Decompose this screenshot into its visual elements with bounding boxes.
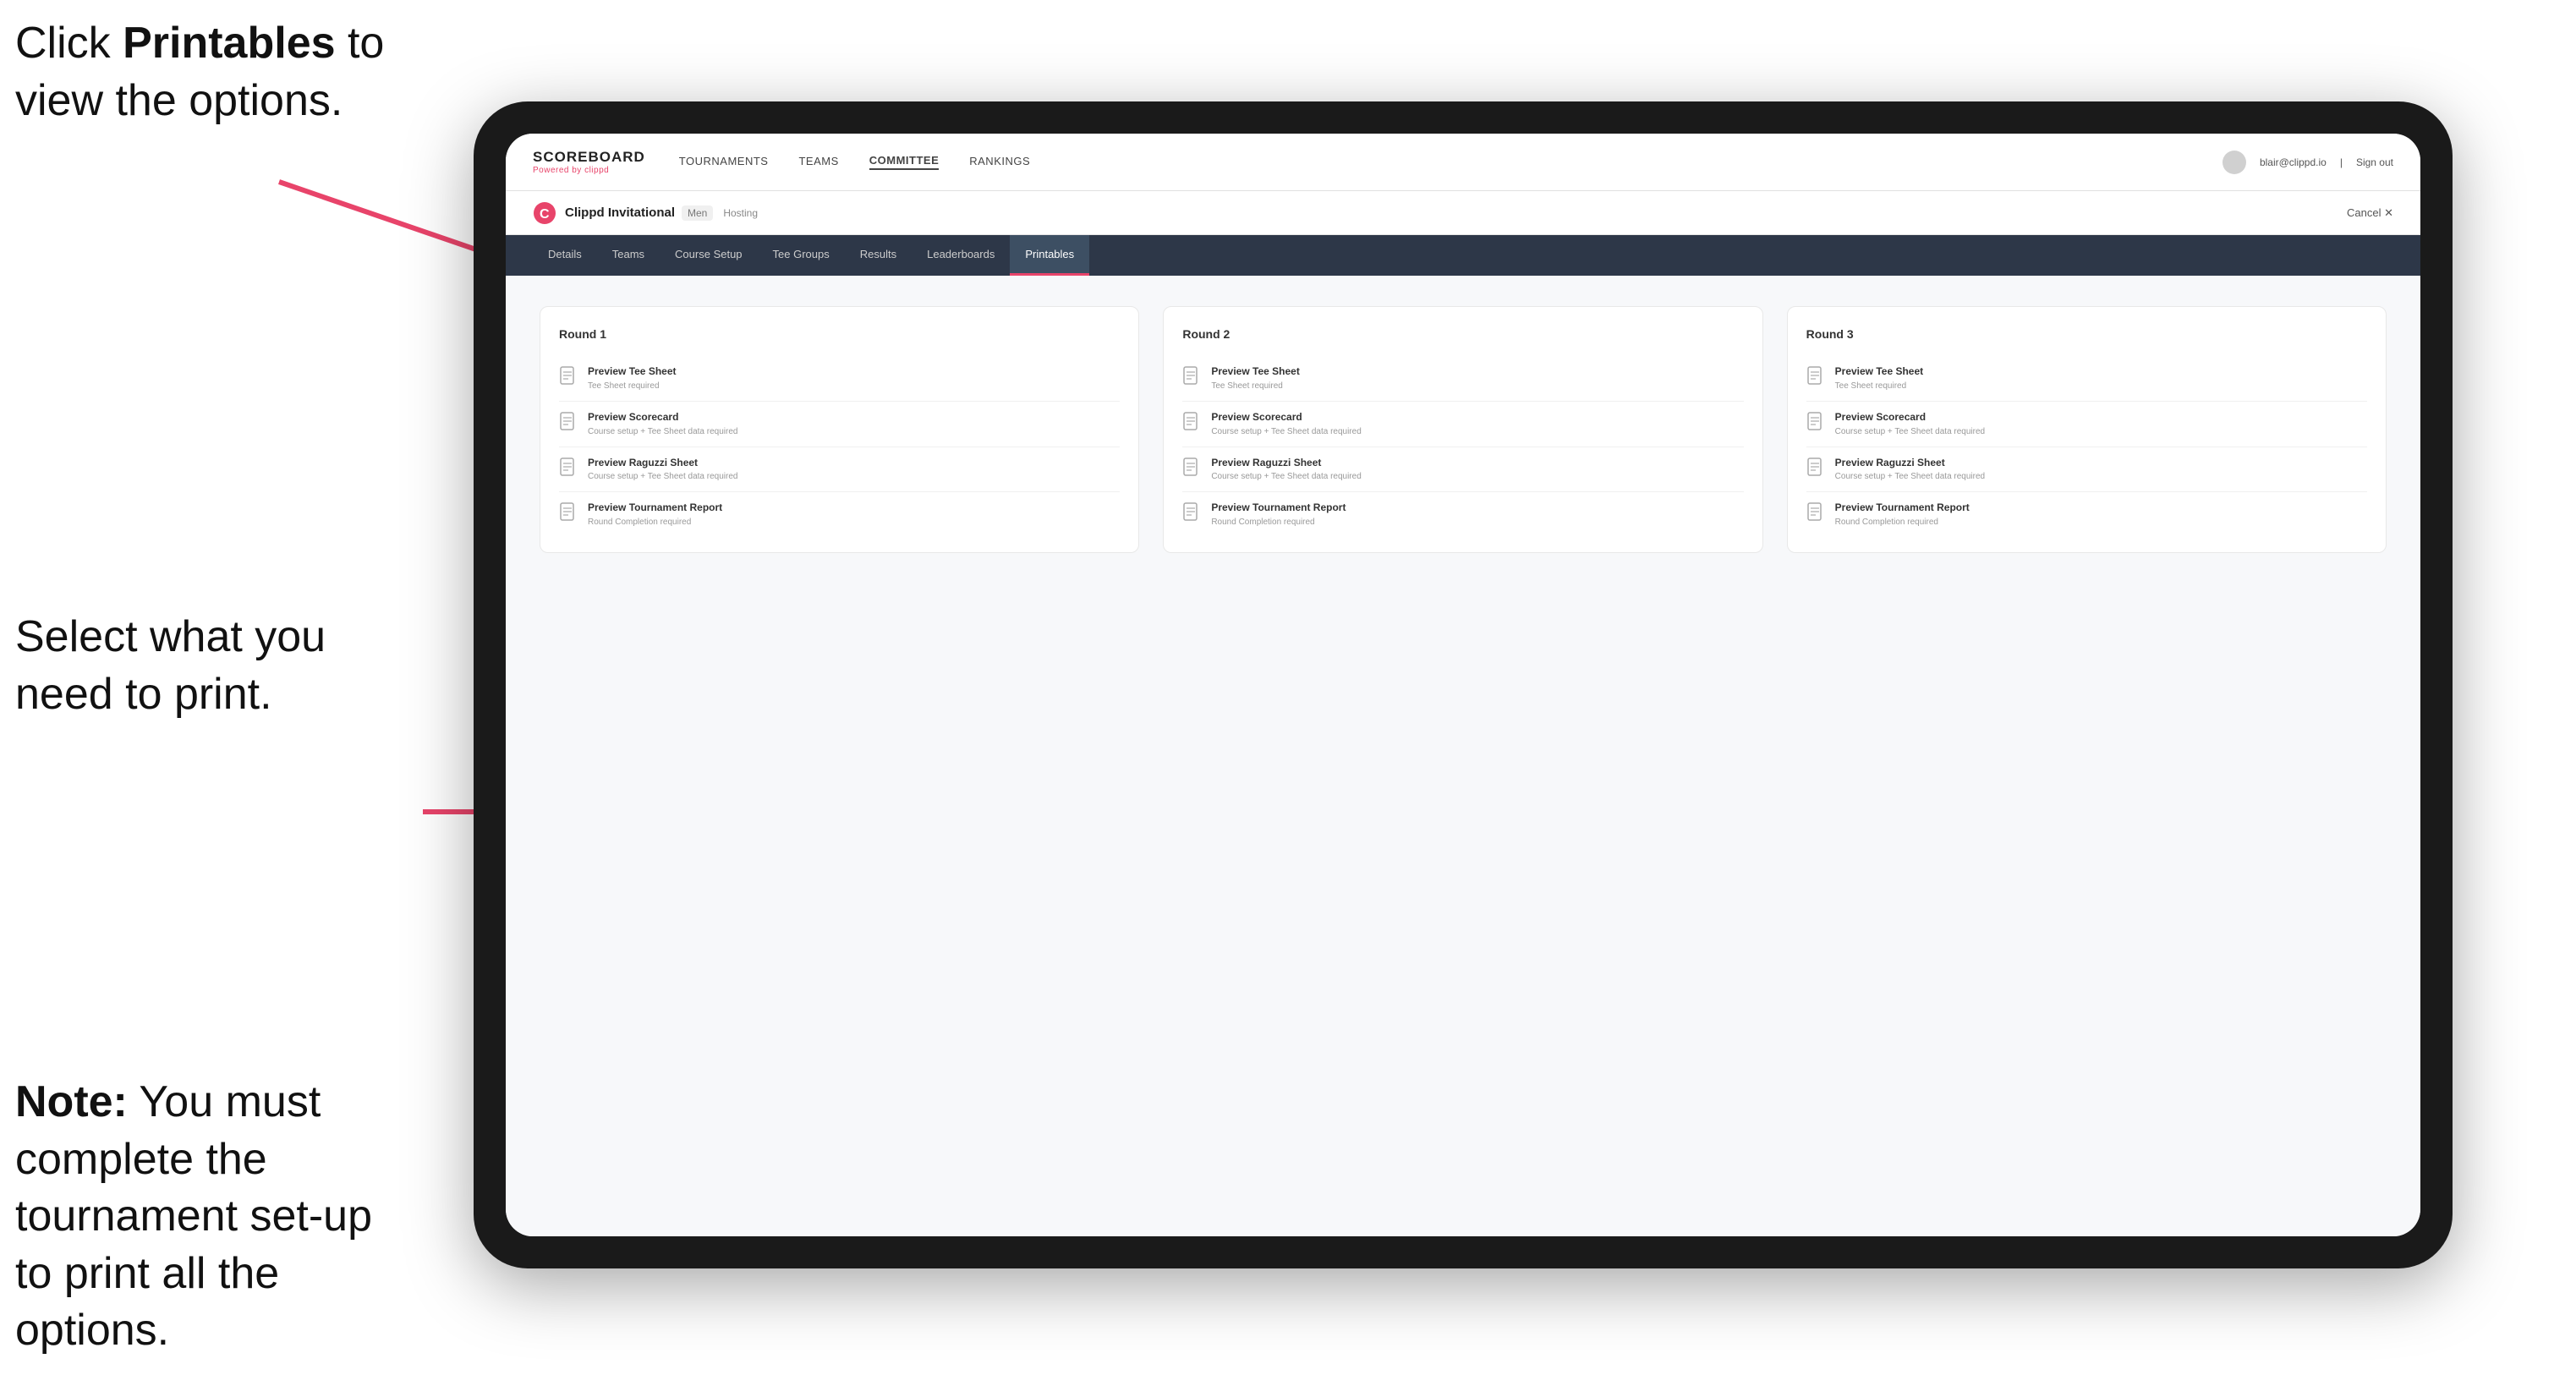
round-2-title: Round 2 — [1182, 327, 1743, 341]
document-icon — [559, 457, 578, 479]
r2-scorecard-title: Preview Scorecard — [1211, 410, 1361, 425]
r2-report-title: Preview Tournament Report — [1211, 501, 1346, 515]
brand: SCOREBOARD Powered by clippd — [533, 149, 645, 175]
round-3-title: Round 3 — [1806, 327, 2367, 341]
rounds-grid: Round 1 Preview Tee Sheet Tee Sheet requ… — [540, 306, 2387, 553]
document-icon — [1182, 457, 1201, 479]
tournament-tag: Men — [682, 205, 713, 221]
round-2-tee-sheet[interactable]: Preview Tee Sheet Tee Sheet required — [1182, 356, 1743, 402]
document-icon — [1182, 412, 1201, 434]
annotation-top: Click Printables toview the options. — [15, 15, 384, 129]
tab-row: Details Teams Course Setup Tee Groups Re… — [506, 235, 2420, 276]
nav-committee[interactable]: COMMITTEE — [869, 154, 940, 170]
r2-tee-title: Preview Tee Sheet — [1211, 364, 1300, 379]
tab-leaderboards[interactable]: Leaderboards — [912, 235, 1010, 276]
r1-report-sub: Round Completion required — [588, 517, 722, 529]
r3-report-sub: Round Completion required — [1835, 517, 1970, 529]
tournament-logo-icon: C — [533, 201, 556, 225]
r2-scorecard-sub: Course setup + Tee Sheet data required — [1211, 426, 1361, 438]
user-email: blair@clippd.io — [2260, 156, 2327, 168]
round-1-scorecard[interactable]: Preview Scorecard Course setup + Tee She… — [559, 402, 1120, 447]
r3-report-title: Preview Tournament Report — [1835, 501, 1970, 515]
tab-details[interactable]: Details — [533, 235, 597, 276]
round-3-raguzzi[interactable]: Preview Raguzzi Sheet Course setup + Tee… — [1806, 447, 2367, 493]
tab-results[interactable]: Results — [845, 235, 912, 276]
tab-course-setup[interactable]: Course Setup — [660, 235, 758, 276]
r2-report-sub: Round Completion required — [1211, 517, 1346, 529]
tab-teams[interactable]: Teams — [597, 235, 660, 276]
r1-tee-title: Preview Tee Sheet — [588, 364, 677, 379]
document-icon — [559, 412, 578, 434]
r3-raguzzi-title: Preview Raguzzi Sheet — [1835, 456, 1985, 470]
r2-raguzzi-title: Preview Raguzzi Sheet — [1211, 456, 1361, 470]
r1-scorecard-title: Preview Scorecard — [588, 410, 737, 425]
round-1-raguzzi[interactable]: Preview Raguzzi Sheet Course setup + Tee… — [559, 447, 1120, 493]
main-content: Round 1 Preview Tee Sheet Tee Sheet requ… — [506, 276, 2420, 1236]
sign-out-link[interactable]: Sign out — [2356, 156, 2393, 168]
r1-scorecard-sub: Course setup + Tee Sheet data required — [588, 426, 737, 438]
round-2-scorecard[interactable]: Preview Scorecard Course setup + Tee She… — [1182, 402, 1743, 447]
nav-rankings[interactable]: RANKINGS — [969, 155, 1030, 169]
round-3-col: Round 3 Preview Tee Sheet Tee Sheet requ… — [1787, 306, 2387, 553]
document-icon — [1806, 366, 1825, 388]
note-bold: Note: — [15, 1077, 128, 1126]
printables-bold: Printables — [123, 19, 335, 68]
document-icon — [1806, 412, 1825, 434]
nav-teams[interactable]: TEAMS — [798, 155, 838, 169]
round-1-col: Round 1 Preview Tee Sheet Tee Sheet requ… — [540, 306, 1139, 553]
document-icon — [1182, 502, 1201, 524]
brand-sub: Powered by clippd — [533, 166, 645, 175]
r1-raguzzi-sub: Course setup + Tee Sheet data required — [588, 471, 737, 483]
r3-scorecard-sub: Course setup + Tee Sheet data required — [1835, 426, 1985, 438]
pipe-separator: | — [2340, 156, 2343, 168]
round-1-title: Round 1 — [559, 327, 1120, 341]
round-3-tournament-report[interactable]: Preview Tournament Report Round Completi… — [1806, 492, 2367, 537]
tournament-badge: Hosting — [723, 207, 758, 219]
r2-raguzzi-sub: Course setup + Tee Sheet data required — [1211, 471, 1361, 483]
r1-raguzzi-title: Preview Raguzzi Sheet — [588, 456, 737, 470]
tournament-bar: C Clippd Invitational Men Hosting Cancel… — [506, 191, 2420, 235]
r3-tee-sub: Tee Sheet required — [1835, 381, 1924, 392]
r1-tee-sub: Tee Sheet required — [588, 381, 677, 392]
r1-report-title: Preview Tournament Report — [588, 501, 722, 515]
document-icon — [559, 502, 578, 524]
top-nav-right: blair@clippd.io | Sign out — [2222, 151, 2393, 174]
r2-tee-sub: Tee Sheet required — [1211, 381, 1300, 392]
nav-tournaments[interactable]: TOURNAMENTS — [679, 155, 769, 169]
tablet-screen: SCOREBOARD Powered by clippd TOURNAMENTS… — [506, 134, 2420, 1236]
document-icon — [1806, 502, 1825, 524]
round-2-raguzzi[interactable]: Preview Raguzzi Sheet Course setup + Tee… — [1182, 447, 1743, 493]
brand-title: SCOREBOARD — [533, 149, 645, 166]
top-nav-links: TOURNAMENTS TEAMS COMMITTEE RANKINGS — [679, 154, 2222, 170]
r3-raguzzi-sub: Course setup + Tee Sheet data required — [1835, 471, 1985, 483]
tab-tee-groups[interactable]: Tee Groups — [758, 235, 845, 276]
annotation-mid: Select what youneed to print. — [15, 609, 326, 723]
r3-tee-title: Preview Tee Sheet — [1835, 364, 1924, 379]
tablet-device: SCOREBOARD Powered by clippd TOURNAMENTS… — [474, 101, 2453, 1268]
document-icon — [559, 366, 578, 388]
round-2-col: Round 2 Preview Tee Sheet Tee Sheet requ… — [1163, 306, 1762, 553]
r3-scorecard-title: Preview Scorecard — [1835, 410, 1985, 425]
top-nav: SCOREBOARD Powered by clippd TOURNAMENTS… — [506, 134, 2420, 191]
round-1-tee-sheet[interactable]: Preview Tee Sheet Tee Sheet required — [559, 356, 1120, 402]
round-1-tournament-report[interactable]: Preview Tournament Report Round Completi… — [559, 492, 1120, 537]
document-icon — [1806, 457, 1825, 479]
round-3-scorecard[interactable]: Preview Scorecard Course setup + Tee She… — [1806, 402, 2367, 447]
round-3-tee-sheet[interactable]: Preview Tee Sheet Tee Sheet required — [1806, 356, 2367, 402]
tournament-name: Clippd Invitational — [565, 205, 675, 220]
svg-text:C: C — [540, 207, 550, 222]
user-avatar — [2222, 151, 2246, 174]
annotation-bot: Note: You mustcomplete thetournament set… — [15, 1074, 438, 1360]
round-2-tournament-report[interactable]: Preview Tournament Report Round Completi… — [1182, 492, 1743, 537]
cancel-button[interactable]: Cancel ✕ — [2347, 206, 2393, 220]
tab-printables[interactable]: Printables — [1010, 235, 1089, 276]
document-icon — [1182, 366, 1201, 388]
